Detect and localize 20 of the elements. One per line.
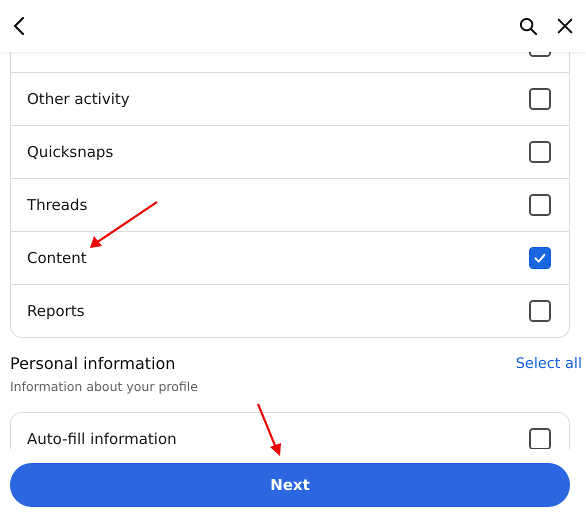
arrow-drawing bbox=[88, 200, 160, 250]
section-subtitle: Information about your profile bbox=[10, 379, 199, 394]
section-title: Personal information bbox=[10, 354, 176, 373]
checkbox[interactable] bbox=[529, 141, 551, 163]
arrow-drawing bbox=[256, 402, 284, 458]
checkbox[interactable] bbox=[529, 194, 551, 216]
close-icon[interactable] bbox=[556, 17, 574, 35]
checkbox[interactable] bbox=[529, 300, 551, 322]
option-label: Other activity bbox=[27, 90, 131, 108]
checkbox[interactable] bbox=[529, 88, 551, 110]
checkbox[interactable] bbox=[529, 247, 551, 269]
option-label: Auto-fill information bbox=[27, 430, 178, 448]
option-label: Content bbox=[27, 249, 88, 267]
search-icon[interactable] bbox=[519, 16, 538, 36]
back-icon[interactable] bbox=[13, 16, 25, 36]
option-label: Reports bbox=[27, 302, 86, 320]
option-label: Quicksnaps bbox=[27, 143, 114, 161]
select-all-link[interactable]: Select all bbox=[516, 356, 582, 372]
next-button[interactable]: Next bbox=[10, 463, 570, 507]
option-label: Threads bbox=[27, 196, 88, 214]
